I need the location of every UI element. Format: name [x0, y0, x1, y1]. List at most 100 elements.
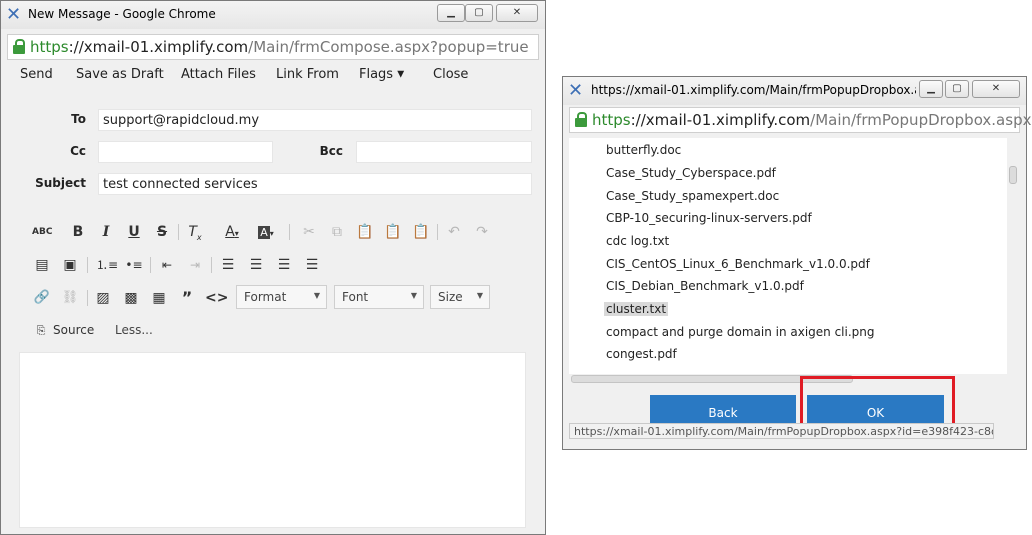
file-list-item[interactable]: CIS_CentOS_Linux_6_Benchmark_v1.0.0.pdf	[606, 257, 870, 271]
minimize-button[interactable]: ▁	[919, 80, 943, 98]
code-icon[interactable]: <>	[205, 288, 228, 308]
underline-icon[interactable]: U	[124, 222, 144, 242]
align-right-icon[interactable]: ☰	[274, 255, 294, 275]
chrome-app-icon: ✕	[568, 80, 584, 101]
maximize-button[interactable]: ▢	[945, 80, 969, 98]
unlink-icon[interactable]: ⛓	[60, 288, 80, 308]
bcc-field[interactable]	[356, 141, 532, 163]
increase-indent-icon[interactable]: ⇥	[185, 255, 205, 275]
justify-icon[interactable]: ☰	[302, 255, 322, 275]
undo-icon[interactable]: ↶	[444, 222, 464, 242]
italic-icon[interactable]: I	[96, 222, 116, 242]
toolbar-divider	[178, 224, 179, 240]
strikethrough-icon[interactable]: S	[152, 222, 172, 242]
copy-icon[interactable]: ⧉	[327, 222, 347, 242]
message-body-editor[interactable]	[19, 352, 526, 528]
chevron-down-icon: ▼	[313, 291, 320, 300]
vertical-scroll-thumb[interactable]	[1009, 166, 1017, 184]
insert-image-plus-icon[interactable]: ▣	[60, 255, 80, 275]
toolbar-divider	[87, 290, 88, 306]
paste-text-icon[interactable]: 📋	[383, 222, 403, 242]
file-list-item[interactable]: CIS_Debian_Benchmark_v1.0.pdf	[606, 279, 804, 293]
spellcheck-icon[interactable]: ABC	[32, 222, 52, 242]
to-label: To	[71, 112, 86, 126]
cut-icon[interactable]: ✂	[299, 222, 319, 242]
clear-format-icon[interactable]: Tx	[185, 222, 205, 242]
popup-address-bar[interactable]: https://xmail-01.ximplify.com/Main/frmPo…	[569, 107, 1031, 133]
toolbar-divider	[437, 224, 438, 240]
chevron-down-icon: ▼	[476, 291, 483, 300]
align-center-icon[interactable]: ☰	[246, 255, 266, 275]
flags-label: Flags	[359, 67, 394, 82]
source-icon: ⎘	[36, 324, 46, 337]
size-dropdown-label: Size	[438, 290, 463, 304]
save-draft-button[interactable]: Save as Draft	[76, 67, 164, 82]
text-color-icon[interactable]: A▾	[222, 222, 242, 242]
maximize-button[interactable]: ▢	[465, 4, 493, 22]
image-icon[interactable]: ▨	[93, 288, 113, 308]
source-button[interactable]: Source	[53, 323, 94, 337]
bold-icon[interactable]: B	[68, 222, 88, 242]
size-dropdown[interactable]: Size ▼	[430, 285, 490, 309]
file-list-item[interactable]: congest.pdf	[606, 347, 677, 361]
close-window-button[interactable]: ✕	[496, 4, 538, 22]
file-list-item[interactable]: Case_Study_Cyberspace.pdf	[606, 166, 776, 180]
lock-icon	[575, 112, 587, 127]
link-icon[interactable]: 🔗	[32, 288, 52, 308]
paste-icon[interactable]: 📋	[355, 222, 375, 242]
compose-url: https://xmail-01.ximplify.com/Main/frmCo…	[30, 38, 529, 56]
file-list-item[interactable]: CBP-10_securing-linux-servers.pdf	[606, 211, 812, 225]
blockquote-icon[interactable]: ”	[177, 288, 197, 308]
link-from-button[interactable]: Link From	[276, 67, 339, 82]
redo-icon[interactable]: ↷	[472, 222, 492, 242]
popup-titlebar: ✕ https://xmail-01.ximplify.com/Main/frm…	[563, 77, 1026, 105]
font-dropdown[interactable]: Font ▼	[334, 285, 424, 309]
toolbar-divider	[87, 257, 88, 273]
popup-url: https://xmail-01.ximplify.com/Main/frmPo…	[592, 111, 1032, 129]
less-button[interactable]: Less...	[115, 323, 153, 337]
to-field[interactable]: support@rapidcloud.my	[98, 109, 532, 131]
send-button[interactable]: Send	[20, 67, 53, 82]
file-list-item[interactable]: compact and purge domain in axigen cli.p…	[606, 325, 875, 339]
file-list-item[interactable]: cdc log.txt	[606, 234, 669, 248]
embed-image-icon[interactable]: ▩	[121, 288, 141, 308]
file-list[interactable]: butterfly.doc Case_Study_Cyberspace.pdf Ca…	[569, 138, 1007, 374]
numbered-list-icon[interactable]: ⒈≡	[96, 255, 118, 275]
bcc-label: Bcc	[319, 144, 343, 158]
status-bar-url: https://xmail-01.ximplify.com/Main/frmPo…	[569, 423, 994, 439]
lock-icon	[13, 39, 25, 54]
minimize-button[interactable]: ▁	[437, 4, 465, 22]
chrome-app-icon: ✕	[6, 4, 22, 25]
decrease-indent-icon[interactable]: ⇤	[157, 255, 177, 275]
subject-label: Subject	[35, 176, 86, 190]
ok-button-highlight	[800, 376, 955, 427]
compose-titlebar: ✕ New Message - Google Chrome ▁ ▢ ✕	[1, 1, 545, 29]
insert-template-icon[interactable]: ▤	[32, 255, 52, 275]
format-dropdown-label: Format	[244, 290, 287, 304]
cc-field[interactable]	[98, 141, 273, 163]
cc-label: Cc	[70, 144, 86, 158]
chevron-down-icon: ▼	[410, 291, 417, 300]
font-dropdown-label: Font	[342, 290, 369, 304]
background-color-icon[interactable]: A ▾	[256, 222, 276, 242]
toolbar-divider	[289, 224, 290, 240]
attach-files-button[interactable]: Attach Files	[181, 67, 256, 82]
compose-window-title: New Message - Google Chrome	[28, 7, 216, 21]
bulleted-list-icon[interactable]: •≡	[124, 255, 144, 275]
close-window-button[interactable]: ✕	[972, 80, 1020, 98]
toolbar-divider	[211, 257, 212, 273]
toolbar-divider	[150, 257, 151, 273]
compose-address-bar[interactable]: https://xmail-01.ximplify.com/Main/frmCo…	[7, 34, 539, 60]
file-list-item[interactable]: Case_Study_spamexpert.doc	[606, 189, 779, 203]
flags-menu[interactable]: Flags ▼	[359, 67, 404, 82]
format-dropdown[interactable]: Format ▼	[236, 285, 327, 309]
file-list-item[interactable]: butterfly.doc	[606, 143, 681, 157]
close-button[interactable]: Close	[433, 67, 468, 82]
align-left-icon[interactable]: ☰	[218, 255, 238, 275]
chevron-down-icon: ▼	[397, 69, 405, 80]
subject-field[interactable]: test connected services	[98, 173, 532, 195]
file-list-item[interactable]: cluster.txt	[604, 302, 669, 316]
popup-window-title: https://xmail-01.ximplify.com/Main/frmPo…	[591, 83, 916, 97]
paste-word-icon[interactable]: 📋	[411, 222, 431, 242]
table-icon[interactable]: ▦	[149, 288, 169, 308]
